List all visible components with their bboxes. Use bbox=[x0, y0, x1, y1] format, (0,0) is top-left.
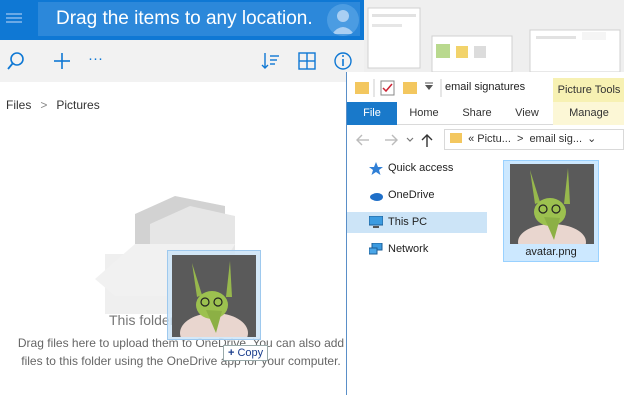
onedrive-header: Drag the items to any location. bbox=[0, 0, 364, 40]
copy-drag-tooltip: + Copy bbox=[223, 345, 269, 361]
copy-label: Copy bbox=[237, 347, 264, 359]
file-explorer-window: email signatures Picture Tools File Home… bbox=[346, 72, 624, 395]
onedrive-toolbar: ··· bbox=[0, 40, 364, 82]
drag-ghost-thumbnail bbox=[167, 250, 261, 340]
cloud-icon bbox=[370, 193, 383, 201]
back-arrow-icon[interactable] bbox=[356, 134, 369, 146]
explorer-titlebar: email signatures Picture Tools bbox=[347, 72, 624, 102]
navigation-bar: « Pictu... > email sig... ⌄ bbox=[347, 126, 624, 152]
sort-icon[interactable] bbox=[260, 50, 282, 72]
quick-access-toolbar-icons[interactable] bbox=[355, 79, 445, 97]
copy-plus-icon: + bbox=[228, 347, 235, 359]
forward-arrow-icon[interactable] bbox=[385, 134, 398, 146]
view-icon[interactable] bbox=[296, 50, 318, 72]
star-icon bbox=[369, 162, 383, 175]
tab-manage[interactable]: Manage bbox=[553, 102, 624, 125]
address-segment-email-signatures[interactable]: email sig... bbox=[529, 133, 582, 145]
account-avatar-icon[interactable] bbox=[327, 4, 359, 36]
nav-network[interactable]: Network bbox=[347, 239, 487, 260]
address-folder-icon bbox=[450, 133, 462, 143]
tab-file[interactable]: File bbox=[347, 102, 397, 125]
breadcrumb: Files > Pictures bbox=[6, 98, 100, 112]
tab-view[interactable]: View bbox=[507, 102, 547, 125]
ribbon-tabs: File Home Share View Manage bbox=[347, 102, 624, 125]
nav-onedrive[interactable]: OneDrive bbox=[347, 185, 487, 206]
file-name: avatar.png bbox=[525, 246, 577, 258]
empty-folder-title: This folder bbox=[109, 312, 175, 328]
address-prefix[interactable]: « bbox=[468, 133, 474, 145]
nav-network-label: Network bbox=[388, 243, 429, 255]
breadcrumb-separator: > bbox=[40, 98, 48, 112]
avatar-thumbnail-icon bbox=[510, 164, 594, 244]
nav-quick-access[interactable]: Quick access bbox=[347, 158, 487, 179]
window-title: email signatures bbox=[445, 81, 526, 93]
background-window bbox=[364, 0, 624, 72]
computer-icon bbox=[369, 216, 383, 228]
avatar-thumbnail-icon bbox=[172, 255, 256, 337]
add-icon[interactable] bbox=[51, 50, 73, 72]
address-dropdown-icon[interactable]: ⌄ bbox=[587, 133, 596, 145]
address-separator: > bbox=[516, 133, 524, 145]
navigation-pane: Quick access OneDrive This PC Network bbox=[347, 158, 489, 358]
tab-home[interactable]: Home bbox=[403, 102, 445, 125]
info-icon[interactable] bbox=[332, 50, 354, 72]
nav-this-pc-label: This PC bbox=[388, 216, 428, 228]
address-segment-pictures[interactable]: Pictu... bbox=[477, 133, 511, 145]
nav-quick-access-label: Quick access bbox=[388, 162, 454, 174]
drag-message: Drag the items to any location. bbox=[56, 8, 313, 29]
breadcrumb-pictures[interactable]: Pictures bbox=[56, 98, 99, 112]
more-icon[interactable]: ··· bbox=[88, 49, 110, 71]
up-arrow-icon[interactable] bbox=[421, 134, 433, 147]
nav-onedrive-label: OneDrive bbox=[388, 189, 435, 201]
nav-this-pc[interactable]: This PC bbox=[347, 212, 487, 233]
network-icon bbox=[369, 243, 383, 255]
recent-dropdown-icon[interactable] bbox=[406, 137, 414, 142]
hamburger-icon[interactable] bbox=[6, 11, 22, 27]
tab-share[interactable]: Share bbox=[453, 102, 501, 125]
search-icon[interactable] bbox=[5, 50, 27, 72]
file-item-avatar[interactable]: avatar.png bbox=[503, 160, 599, 262]
address-bar[interactable]: « Pictu... > email sig... ⌄ bbox=[444, 129, 624, 150]
picture-tools-context-tab: Picture Tools bbox=[553, 78, 624, 102]
breadcrumb-files[interactable]: Files bbox=[6, 98, 31, 112]
